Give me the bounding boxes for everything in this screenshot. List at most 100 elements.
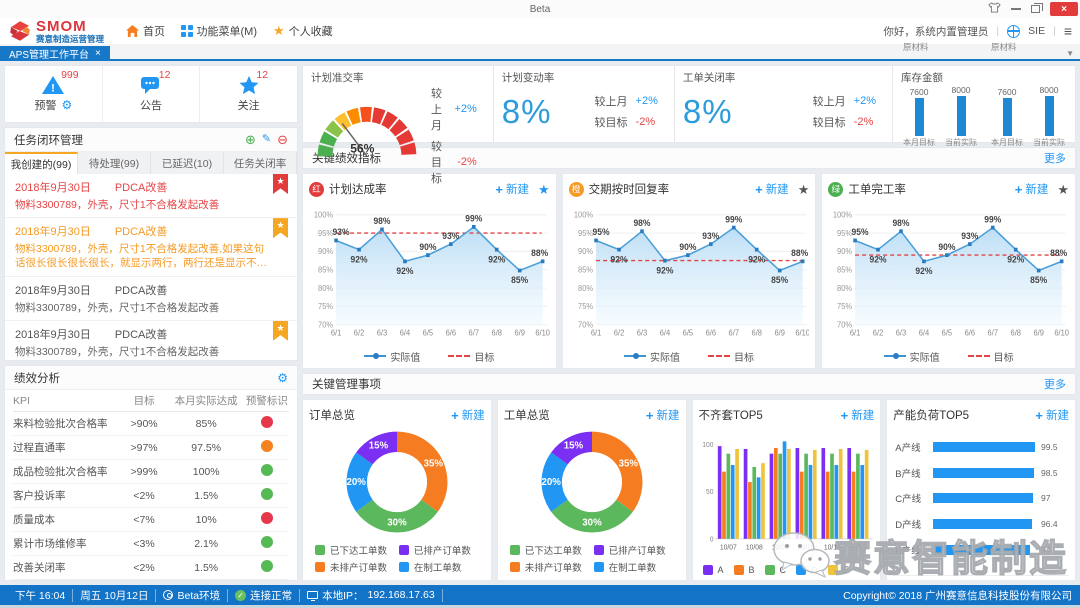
- table-row: 来料检验批次合格率 >90% 85%: [13, 412, 289, 436]
- svg-text:6/4: 6/4: [659, 328, 670, 337]
- quick-stat-follow[interactable]: 12 关注: [200, 66, 297, 122]
- svg-text:6/1: 6/1: [331, 328, 341, 337]
- bookmark-icon[interactable]: ★: [273, 218, 288, 239]
- user-greeting: 你好，系统内置管理员: [883, 25, 989, 38]
- bookmark-icon[interactable]: ★: [273, 320, 288, 341]
- favorite-star-icon[interactable]: ★: [538, 183, 550, 196]
- svg-text:93%: 93%: [333, 227, 350, 237]
- list-item[interactable]: 2018年9月30日 PDCA改善 物料3300789，外壳，尺寸1不合格发起改善…: [5, 218, 297, 277]
- kpi-strip: 计划准交率 56% 较上月 +2% 较目标 -2% 计划变动率 8% 较上月 +…: [302, 42, 1076, 185]
- theme-icon[interactable]: [988, 2, 1001, 16]
- chart-title: 产能负荷TOP5: [893, 410, 970, 422]
- status-env: Beta环境: [156, 588, 229, 602]
- svg-text:6/10: 6/10: [1055, 328, 1069, 337]
- task-tab-pending[interactable]: 待处理(99): [78, 152, 151, 174]
- quick-stat-announcements[interactable]: 12 公告: [103, 66, 201, 122]
- task-tab-closerate[interactable]: 任务关闭率: [224, 152, 297, 174]
- gear-icon[interactable]: ⚙: [61, 99, 72, 111]
- svg-text:10/12: 10/12: [849, 542, 866, 552]
- chart-card-workorder-overview: 工单总览 + 新建 35% 30% 20% 15% 已下达工单数 已排产订单数 未排产订单数…: [496, 399, 687, 581]
- new-button[interactable]: + 新建: [1015, 181, 1049, 197]
- chart-card-delivery-reply: 橙 交期按时回复率 + 新建 ★ 70% 75% 80% 85% 90% 95% 100% 95…: [561, 173, 817, 369]
- status-connection: ✓ 连接正常: [228, 588, 301, 602]
- line-chart: 70% 75% 80% 85% 90% 95% 100% 95% 6/1 92% 6/2 98% 6/3…: [569, 200, 810, 348]
- list-item[interactable]: 2018年9月30日 PDCA改善 物料3300789，外壳，尺寸1不合格发起改善…: [5, 174, 297, 219]
- task-loop-panel: 任务闭环管理 ⊕ ✎ ⊖ 我创建的(99) 待处理(99) 已延迟(10) 任务…: [4, 127, 298, 361]
- svg-text:6/7: 6/7: [728, 328, 738, 337]
- tab-underline: [0, 59, 1080, 61]
- svg-text:95%: 95%: [318, 229, 333, 238]
- home-icon: [126, 25, 139, 37]
- svg-text:93%: 93%: [442, 231, 459, 241]
- svg-text:98%: 98%: [373, 216, 390, 226]
- task-type: PDCA改善: [114, 226, 168, 239]
- list-item[interactable]: 2018年9月30日 PDCA改善 物料3300789，外壳，尺寸1不合格发起改善…: [5, 277, 297, 321]
- main-content: 999 ! 预警 ⚙ 12 公告 12 关注 任务闭环管理 ⊕ ✎ ⊖ 我创建的…: [0, 42, 1080, 585]
- svg-text:30%: 30%: [582, 517, 602, 528]
- new-button[interactable]: + 新建: [495, 181, 529, 197]
- task-type: PDCA改善: [114, 182, 168, 194]
- task-desc: 物料3300789，外壳，尺寸1不合格发起改善,如果这句话很长很长很长很长，就显…: [15, 243, 267, 270]
- copyright: Copyright© 2018 广州赛意信息科技股份有限公司: [843, 589, 1072, 602]
- svg-text:6/6: 6/6: [705, 328, 715, 337]
- svg-text:35%: 35%: [618, 458, 638, 469]
- bookmark-icon[interactable]: ★: [273, 174, 288, 194]
- globe-icon[interactable]: [1007, 24, 1021, 38]
- new-button[interactable]: + 新建: [755, 181, 789, 197]
- table-row: 质量成本 <7% 10%: [13, 508, 289, 532]
- task-tab-created[interactable]: 我创建的(99): [5, 152, 78, 174]
- gear-icon[interactable]: ⚙: [277, 372, 288, 384]
- chart-card-shortage-top5: 不齐套TOP5 + 新建 0 50 100 10/07 10/08 10/09 10/10 10…: [691, 399, 882, 581]
- legend-dash-icon: [967, 355, 990, 357]
- left-column: 999 ! 预警 ⚙ 12 公告 12 关注 任务闭环管理 ⊕ ✎ ⊖ 我创建的…: [4, 65, 298, 581]
- nav-favorites[interactable]: ★ 个人收藏: [273, 23, 333, 39]
- svg-text:10/11: 10/11: [823, 542, 839, 552]
- chart-title: 交期按时回复率: [588, 184, 670, 196]
- svg-text:6/7: 6/7: [469, 328, 479, 337]
- more-link[interactable]: 更多: [1044, 376, 1066, 392]
- edit-icon[interactable]: ✎: [262, 132, 271, 148]
- task-tab-delayed[interactable]: 已延迟(10): [151, 152, 224, 174]
- table-row: 客户投诉率 <2% 1.5%: [13, 484, 289, 508]
- list-item[interactable]: 2018年9月30日 PDCA改善 物料3300789，外壳，尺寸1不合格发起改善…: [5, 320, 297, 360]
- remove-circle-icon[interactable]: ⊖: [277, 132, 288, 148]
- svg-text:90%: 90%: [419, 242, 436, 252]
- chart-card-capacity-top5: 产能负荷TOP5 + 新建 A产线 99.5 B产线 98.5 C产线 97 D产线 96.4 E…: [886, 399, 1076, 581]
- svg-text:10/10: 10/10: [797, 542, 814, 552]
- statusbar: 下午 16:04 周五 10月12日 Beta环境 ✓ 连接正常 本地IP： 192…: [0, 585, 1080, 605]
- add-circle-icon[interactable]: ⊕: [245, 132, 256, 148]
- computer-icon: [307, 591, 319, 601]
- new-button[interactable]: + 新建: [1035, 407, 1069, 423]
- svg-text:20%: 20%: [346, 476, 366, 487]
- nav-home[interactable]: 首页: [126, 23, 165, 39]
- alert-label: 预警: [34, 100, 57, 112]
- locale-label[interactable]: SIE: [1028, 25, 1045, 37]
- favorite-star-icon[interactable]: ★: [1057, 183, 1069, 196]
- svg-text:80%: 80%: [318, 284, 333, 293]
- svg-text:6/10: 6/10: [535, 328, 549, 337]
- svg-text:6/5: 6/5: [682, 328, 692, 337]
- tab-close-icon[interactable]: ×: [95, 48, 101, 59]
- chart-legend: ABCDE: [699, 564, 875, 576]
- close-button[interactable]: ×: [1050, 2, 1078, 16]
- kpi-inventory: 库存金额 原材料 7600 本月目标 8000 当前实际 原材料 7600 本月目标 8000 当…: [893, 42, 1075, 147]
- svg-text:6/3: 6/3: [377, 328, 387, 337]
- green-badge-icon: 绿: [828, 181, 844, 197]
- follow-count-badge: 12: [256, 69, 269, 81]
- svg-text:88%: 88%: [1050, 248, 1067, 258]
- legend-line-icon: [883, 353, 906, 359]
- hamburger-menu-icon[interactable]: ≡: [1064, 23, 1072, 39]
- restore-button[interactable]: [1031, 3, 1043, 13]
- svg-text:90%: 90%: [318, 247, 333, 256]
- minimize-button[interactable]: [1011, 7, 1021, 10]
- chart-title: 不齐套TOP5: [698, 410, 763, 422]
- favorite-star-icon[interactable]: ★: [798, 183, 810, 196]
- svg-text:6/10: 6/10: [795, 328, 809, 337]
- new-button[interactable]: + 新建: [841, 407, 875, 423]
- donut-chart: 35% 30% 20% 15%: [309, 426, 485, 541]
- svg-text:6/8: 6/8: [1011, 328, 1021, 337]
- kpi-table: KPI 目标 本月实际达成 预警标识 来料检验批次合格率 >90% 85% 过程直通率 >9…: [5, 390, 297, 580]
- more-link[interactable]: 更多: [1044, 150, 1066, 166]
- nav-menu[interactable]: 功能菜单(M): [181, 23, 257, 39]
- quick-stat-alerts[interactable]: 999 ! 预警 ⚙: [5, 66, 103, 122]
